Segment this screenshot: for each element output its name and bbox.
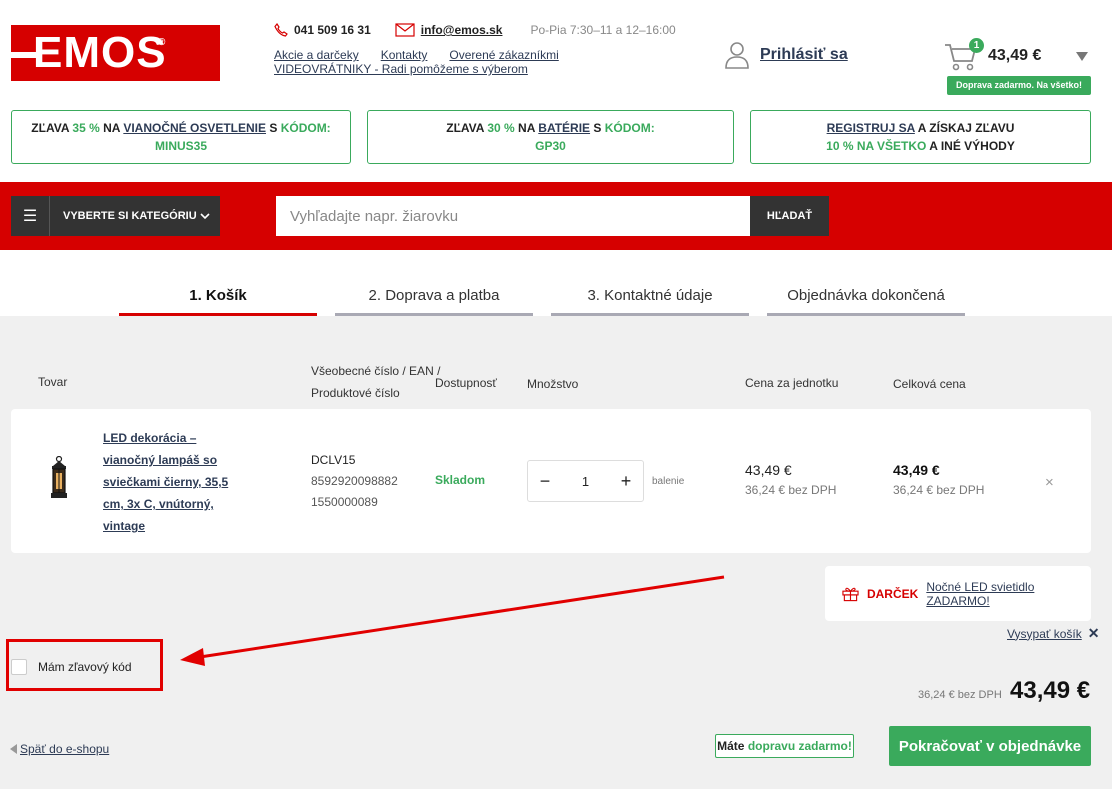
- remove-item-icon[interactable]: ×: [1045, 474, 1054, 491]
- email-link[interactable]: info@emos.sk: [421, 23, 503, 37]
- close-icon: ✕: [1087, 625, 1100, 641]
- empty-cart-label: Vysypať košík: [1007, 626, 1082, 641]
- header-links: Akcie a darčeky Kontakty Overené zákazníkm…: [274, 48, 581, 76]
- qty-increase-button[interactable]: +: [617, 471, 635, 492]
- link-videovratniky[interactable]: VIDEOVRÁTNIKY - Radi pomôžeme s výberom: [274, 62, 528, 76]
- col-header-total-price: Celková cena: [893, 377, 966, 391]
- cart-price: 43,49 €: [988, 47, 1042, 64]
- total-price: 43,49 €: [893, 462, 940, 478]
- phone-number[interactable]: 041 509 16 31: [294, 23, 371, 37]
- promo-line-1: REGISTRUJ SA A ZÍSKAJ ZĽAVU: [826, 121, 1015, 135]
- step-cart[interactable]: 1. Košík: [119, 280, 317, 316]
- product-number: 1550000089: [311, 495, 378, 509]
- col-header-product: Tovar: [38, 375, 68, 389]
- qty-decrease-button[interactable]: −: [536, 471, 554, 492]
- gift-label: DARČEK: [866, 586, 919, 601]
- cart-dropdown-icon[interactable]: [1076, 52, 1088, 61]
- logo-text: EMOS: [33, 28, 167, 77]
- promo-code: MINUS35: [154, 139, 207, 153]
- link-akcie[interactable]: Akcie a darčeky: [274, 48, 359, 62]
- login-button[interactable]: Prihlásiť sa: [724, 41, 848, 69]
- category-label: VYBERTE SI KATEGÓRIU: [63, 210, 197, 222]
- gift-link[interactable]: Nočné LED svietidlo ZADARMO!: [926, 580, 1091, 608]
- hamburger-icon: ☰: [11, 196, 50, 236]
- category-menu-button[interactable]: ☰ VYBERTE SI KATEGÓRIU: [11, 196, 220, 236]
- col-header-unit-price: Cena za jednotku: [745, 376, 839, 390]
- promo-christmas-lights[interactable]: ZĽAVA 35 % NA VIANOČNÉ OSVETLENIE S KÓDO…: [11, 110, 351, 164]
- step-shipping[interactable]: 2. Doprava a platba: [335, 280, 533, 316]
- search-input[interactable]: [276, 196, 750, 236]
- search-button[interactable]: HĽADAŤ: [750, 196, 829, 236]
- emos-logo[interactable]: EMOS ®: [11, 25, 220, 81]
- col-header-codes: Všeobecné číslo / EAN / Produktové číslo: [311, 364, 441, 400]
- back-arrow-icon: [10, 744, 17, 754]
- promo-batteries[interactable]: ZĽAVA 30 % NA BATÉRIE S KÓDOM: GP30: [367, 110, 734, 164]
- product-thumbnail[interactable]: [48, 456, 70, 500]
- quantity-unit: balenie: [652, 476, 685, 487]
- free-shipping-badge: Doprava zadarmo. Na všetko!: [947, 76, 1091, 95]
- gift-icon: [842, 587, 859, 601]
- back-label: Späť do e-shopu: [20, 742, 110, 756]
- promo-line-1: ZĽAVA 30 % NA BATÉRIE S KÓDOM:: [446, 121, 655, 135]
- promo-register[interactable]: REGISTRUJ SA A ZÍSKAJ ZĽAVU 10 % NA VŠET…: [750, 110, 1091, 164]
- promo-line-1: ZĽAVA 35 % NA VIANOČNÉ OSVETLENIE S KÓDO…: [31, 121, 331, 135]
- qty-value[interactable]: 1: [582, 474, 589, 489]
- step-contact[interactable]: 3. Kontaktné údaje: [551, 280, 749, 316]
- continue-order-button[interactable]: Pokračovať v objednávke: [889, 726, 1091, 766]
- phone-icon: [274, 23, 288, 37]
- gift-banner: DARČEK Nočné LED svietidlo ZADARMO!: [825, 566, 1091, 621]
- opening-hours: Po-Pia 7:30–11 a 12–16:00: [530, 23, 676, 37]
- unit-price-net: 36,24 € bez DPH: [745, 483, 837, 497]
- back-to-shop-link[interactable]: Späť do e-shopu: [10, 742, 109, 756]
- link-kontakty[interactable]: Kontakty: [381, 48, 428, 62]
- free-shipping-note: Máte dopravu zadarmo!: [715, 734, 854, 758]
- coupon-label[interactable]: Mám zľavový kód: [38, 660, 132, 674]
- stock-status: Skladom: [435, 473, 486, 487]
- promo-line-2: 10 % NA VŠETKO A INÉ VÝHODY: [826, 139, 1015, 153]
- user-icon: [725, 42, 749, 69]
- login-label: Prihlásiť sa: [760, 46, 848, 63]
- link-overene[interactable]: Overené zákazníkmi: [449, 48, 558, 62]
- cart-count-badge: 1: [969, 38, 984, 53]
- logo-registered-mark: ®: [158, 37, 166, 48]
- total-price-net: 36,24 € bez DPH: [893, 483, 985, 497]
- step-complete[interactable]: Objednávka dokončená: [767, 280, 965, 316]
- quantity-stepper: − 1 +: [527, 460, 644, 502]
- unit-price: 43,49 €: [745, 462, 792, 478]
- product-code: DCLV15: [311, 453, 356, 467]
- product-ean: 8592920098882: [311, 474, 398, 488]
- col-header-availability: Dostupnosť: [435, 376, 497, 390]
- mail-icon: [395, 23, 415, 37]
- product-codes: DCLV15 8592920098882 1550000089: [311, 450, 398, 513]
- promo-code: GP30: [535, 139, 566, 153]
- chevron-down-icon: [200, 212, 210, 219]
- summary-total-price: 43,49 €: [1010, 677, 1091, 704]
- product-name-link[interactable]: LED dekorácia – vianočný lampáš so svieč…: [103, 427, 233, 537]
- col-header-quantity: Množstvo: [527, 377, 579, 391]
- summary-net-price: 36,24 € bez DPH: [918, 689, 1002, 701]
- contact-row: 041 509 16 31 info@emos.sk Po-Pia 7:30–1…: [274, 23, 676, 37]
- coupon-checkbox[interactable]: [11, 659, 27, 675]
- empty-cart-button[interactable]: Vysypať košík ✕: [1007, 625, 1099, 642]
- cart-widget[interactable]: 1 43,49 €: [944, 37, 1094, 77]
